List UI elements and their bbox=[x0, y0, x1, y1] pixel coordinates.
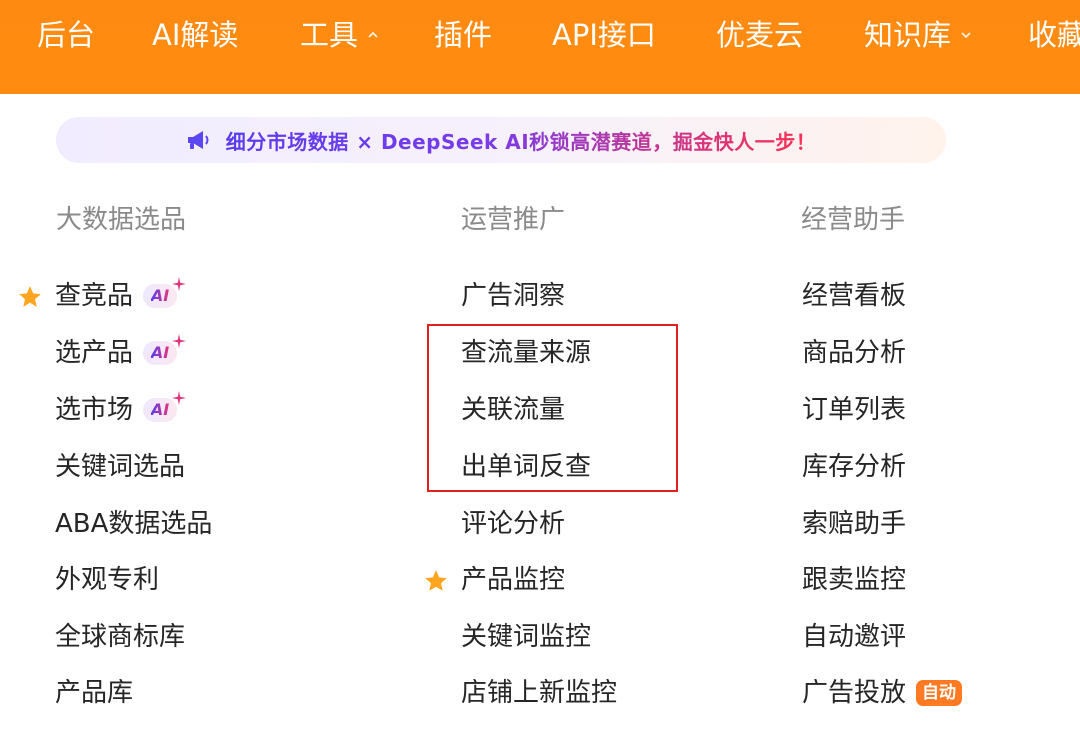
nav-item-ai-interpret[interactable]: AI解读 bbox=[152, 14, 238, 56]
menu-item-inventory-analysis[interactable]: 库存分析 bbox=[802, 447, 906, 487]
menu-item-label: 自动邀评 bbox=[802, 622, 907, 652]
menu-item-label: 评论分析 bbox=[461, 509, 566, 539]
nav-item-label: 插件 bbox=[434, 18, 493, 52]
menu-item-order-list[interactable]: 订单列表 bbox=[802, 390, 906, 430]
menu-item-competitor[interactable]: 查竞品 AI bbox=[55, 276, 187, 316]
column-title-business-assistant: 经营助手 bbox=[801, 205, 906, 235]
menu-item-product-library[interactable]: 产品库 bbox=[55, 673, 133, 713]
nav-item-label: 后台 bbox=[37, 18, 96, 52]
nav-item-label: 工具 bbox=[300, 18, 359, 52]
highlight-box bbox=[427, 324, 678, 492]
megaphone-icon bbox=[187, 131, 209, 149]
menu-item-trademark-library[interactable]: 全球商标库 bbox=[55, 617, 185, 657]
menu-item-ad-insight[interactable]: 广告洞察 bbox=[461, 276, 565, 316]
menu-item-product-analysis[interactable]: 商品分析 bbox=[802, 333, 906, 373]
sparkle-icon bbox=[172, 391, 187, 405]
nav-item-tools[interactable]: 工具 bbox=[300, 14, 380, 56]
promo-banner[interactable]: 细分市场数据 × DeepSeek AI秒锁高潜赛道，掘金快人一步！ bbox=[56, 117, 946, 163]
menu-item-label: 关键词监控 bbox=[461, 622, 592, 652]
promo-banner-text: 细分市场数据 × DeepSeek AI秒锁高潜赛道，掘金快人一步！ bbox=[226, 126, 816, 155]
chevron-down-icon bbox=[961, 32, 971, 39]
menu-item-label: ABA数据选品 bbox=[55, 509, 213, 539]
menu-item-keyword-monitor[interactable]: 关键词监控 bbox=[461, 617, 591, 657]
menu-item-dashboard[interactable]: 经营看板 bbox=[802, 276, 906, 316]
sparkle-icon bbox=[172, 334, 187, 348]
menu-item-auto-review-request[interactable]: 自动邀评 bbox=[802, 617, 906, 657]
nav-item-knowledge-base[interactable]: 知识库 bbox=[864, 14, 973, 56]
menu-item-label: 全球商标库 bbox=[55, 622, 186, 652]
menu-item-select-market[interactable]: 选市场 AI bbox=[55, 390, 187, 430]
menu-item-aba-selection[interactable]: ABA数据选品 bbox=[55, 504, 212, 544]
menu-item-label: 商品分析 bbox=[802, 338, 907, 368]
menu-item-select-product[interactable]: 选产品 AI bbox=[55, 333, 187, 373]
menu-item-product-monitor[interactable]: 产品监控 bbox=[461, 560, 565, 600]
nav-item-plugins[interactable]: 插件 bbox=[434, 14, 492, 56]
ai-badge: AI bbox=[143, 334, 187, 365]
nav-item-backend[interactable]: 后台 bbox=[37, 14, 95, 56]
ai-badge: AI bbox=[143, 277, 187, 308]
menu-item-label: 店铺上新监控 bbox=[461, 678, 618, 708]
menu-item-label: 经营看板 bbox=[802, 281, 907, 311]
nav-item-label: 知识库 bbox=[864, 18, 952, 52]
chevron-up-icon bbox=[368, 31, 378, 38]
menu-item-label: 产品监控 bbox=[461, 565, 566, 595]
star-icon[interactable] bbox=[17, 284, 43, 310]
top-nav-bar: 后台 AI解读 工具 插件 API接口 优麦云 知识库 收藏 bbox=[0, 0, 1080, 94]
menu-item-store-new-monitor[interactable]: 店铺上新监控 bbox=[461, 673, 617, 713]
sparkle-icon bbox=[172, 277, 187, 291]
menu-item-label: 查竞品 bbox=[55, 281, 134, 311]
menu-item-label: 关键词选品 bbox=[55, 452, 186, 482]
menu-item-label: 外观专利 bbox=[55, 565, 160, 595]
nav-item-api[interactable]: API接口 bbox=[552, 14, 656, 56]
menu-item-label: 跟卖监控 bbox=[802, 565, 907, 595]
menu-item-keyword-selection[interactable]: 关键词选品 bbox=[55, 447, 185, 487]
nav-item-favorites[interactable]: 收藏 bbox=[1028, 14, 1080, 56]
menu-item-label: 选市场 bbox=[55, 395, 134, 425]
menu-item-design-patent[interactable]: 外观专利 bbox=[55, 560, 159, 600]
menu-item-label: 索赔助手 bbox=[802, 509, 907, 539]
menu-item-label: 订单列表 bbox=[802, 395, 907, 425]
menu-item-hijacker-monitor[interactable]: 跟卖监控 bbox=[802, 560, 906, 600]
menu-item-label: 产品库 bbox=[55, 678, 134, 708]
menu-item-label: 库存分析 bbox=[802, 452, 907, 482]
menu-item-label: 广告洞察 bbox=[461, 281, 566, 311]
column-title-operations: 运营推广 bbox=[461, 205, 566, 235]
nav-item-youmaiyun[interactable]: 优麦云 bbox=[716, 14, 803, 56]
menu-item-label: 选产品 bbox=[55, 338, 134, 368]
menu-item-label: 广告投放 bbox=[802, 678, 907, 708]
nav-item-label: API接口 bbox=[552, 18, 656, 52]
nav-item-label: 优麦云 bbox=[716, 18, 804, 52]
menu-item-ad-placement[interactable]: 广告投放 自动 bbox=[802, 673, 963, 713]
column-title-big-data: 大数据选品 bbox=[56, 205, 187, 235]
nav-item-label: AI解读 bbox=[152, 18, 239, 52]
ai-badge: AI bbox=[143, 391, 187, 422]
auto-badge: 自动 bbox=[916, 680, 963, 706]
nav-item-label: 收藏 bbox=[1028, 18, 1080, 52]
menu-item-claim-assistant[interactable]: 索赔助手 bbox=[802, 504, 906, 544]
menu-item-review-analysis[interactable]: 评论分析 bbox=[461, 504, 565, 544]
star-icon[interactable] bbox=[423, 568, 449, 594]
